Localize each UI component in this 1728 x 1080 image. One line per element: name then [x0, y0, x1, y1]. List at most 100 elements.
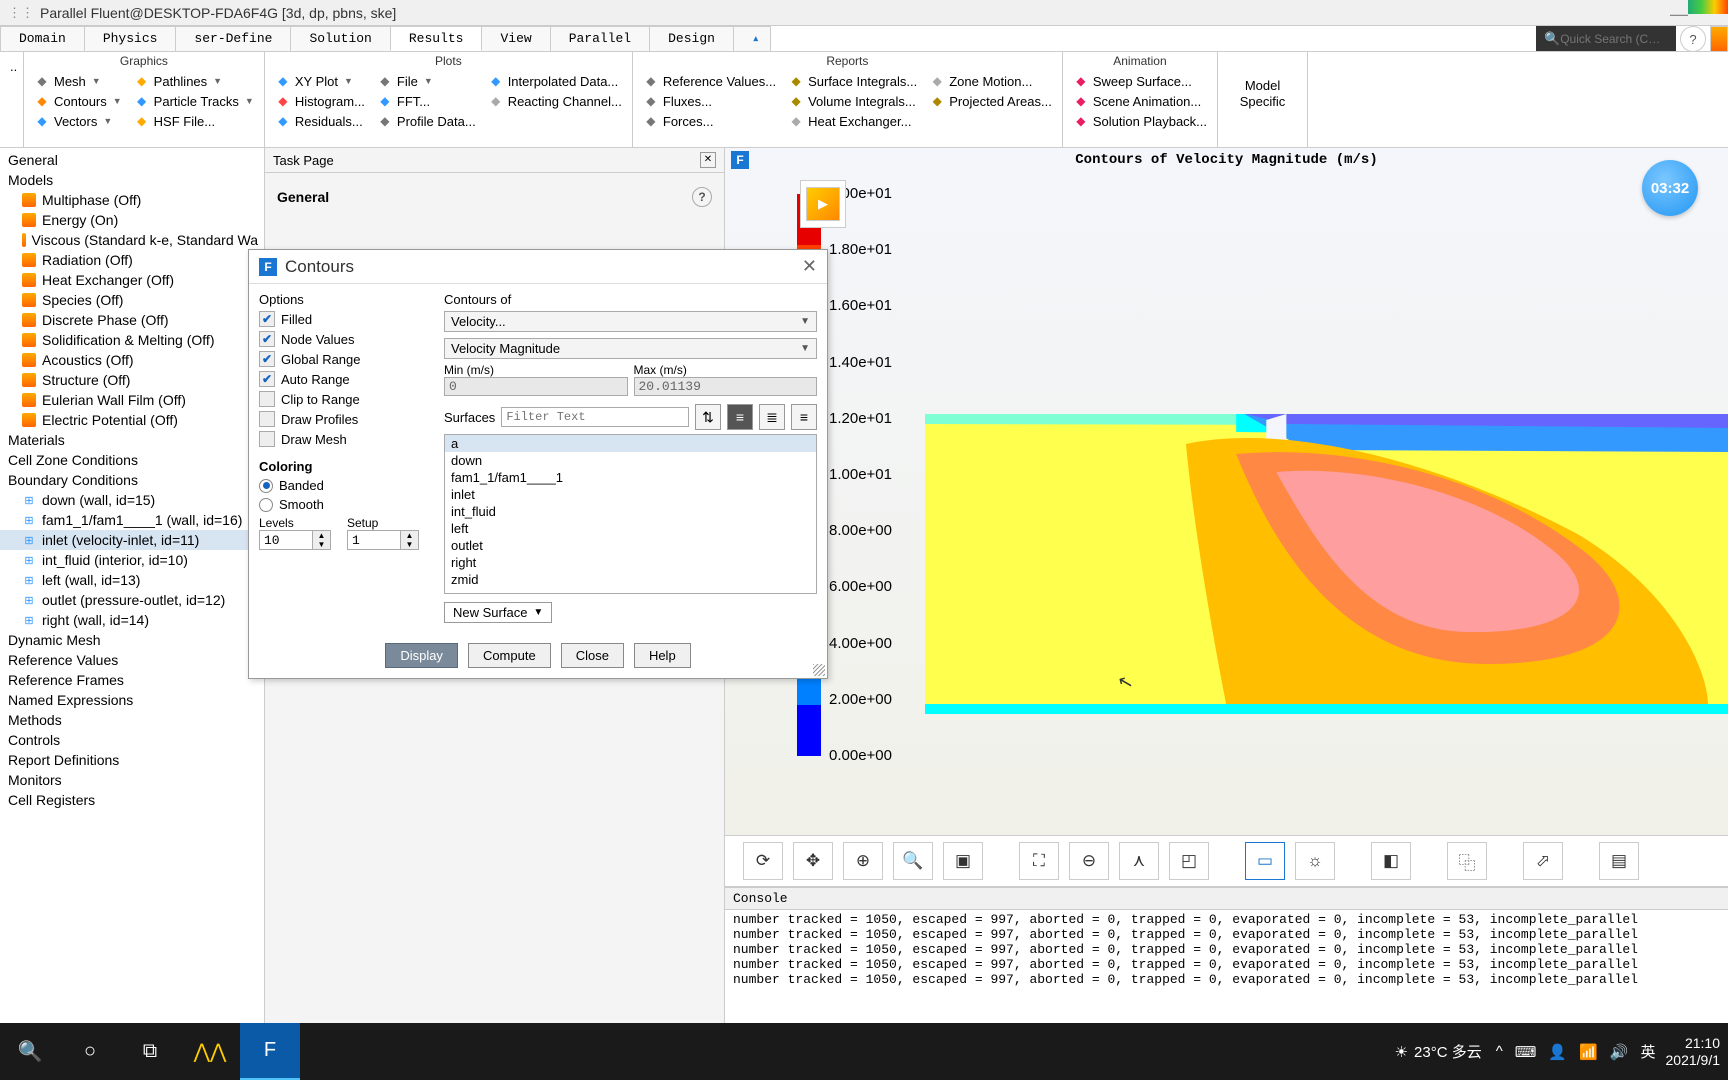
surfaces-filter-input[interactable] [501, 407, 689, 427]
checkbox-icon[interactable] [259, 411, 275, 427]
tab-results[interactable]: Results [390, 26, 483, 51]
close-button[interactable]: Close [561, 643, 624, 668]
tray-volume-icon[interactable]: 🔊 [1610, 1043, 1629, 1061]
tree-section-item[interactable]: Cell Zone Conditions [0, 450, 264, 470]
tab-domain[interactable]: Domain [0, 26, 85, 51]
ribbon-item-heatexchanger[interactable]: ◆Heat Exchanger... [784, 112, 921, 130]
field-select-1[interactable]: Velocity... ▼ [444, 311, 817, 332]
option-node-values[interactable]: Node Values [259, 331, 434, 347]
help-icon[interactable]: ? [692, 187, 712, 207]
help-button[interactable]: Help [634, 643, 691, 668]
tree-model-item[interactable]: Solidification & Melting (Off) [0, 330, 264, 350]
graphics-viewport[interactable]: F Contours of Velocity Magnitude (m/s) 0… [725, 148, 1728, 1023]
expand-ribbon-icon[interactable]: ▴ [733, 26, 771, 51]
option-filled[interactable]: Filled [259, 311, 434, 327]
cortana-icon[interactable]: ○ [60, 1023, 120, 1080]
ribbon-item-vectors[interactable]: ◆Vectors▼ [30, 112, 126, 130]
copy-icon[interactable]: ⿻ [1447, 842, 1487, 880]
option-auto-range[interactable]: Auto Range [259, 371, 434, 387]
ribbon-item-histogram[interactable]: ◆Histogram... [271, 92, 369, 110]
tray-wifi-icon[interactable]: 📶 [1579, 1043, 1598, 1061]
ribbon-item-fluxes[interactable]: ◆Fluxes... [639, 92, 780, 110]
checkbox-icon[interactable] [259, 311, 275, 327]
checkbox-icon[interactable] [259, 351, 275, 367]
axes-icon[interactable]: ⋏ [1119, 842, 1159, 880]
tree-section-item[interactable]: Dynamic Mesh [0, 630, 264, 650]
tree-model-item[interactable]: Heat Exchanger (Off) [0, 270, 264, 290]
weather-widget[interactable]: ☀ 23°C 多云 [1395, 1041, 1482, 1062]
down-arrow-icon[interactable]: ▼ [401, 540, 418, 549]
tab-design[interactable]: Design [649, 26, 734, 51]
ribbon-item-volumeintegrals[interactable]: ◆Volume Integrals... [784, 92, 921, 110]
surfaces-list[interactable]: adownfam1_1/fam1____1inletint_fluidlefto… [444, 434, 817, 594]
tree-section-item[interactable]: Methods [0, 710, 264, 730]
chart-icon[interactable]: ⬀ [1523, 842, 1563, 880]
select-visible-icon[interactable]: ≣ [759, 404, 785, 430]
tree-section-item[interactable]: Reference Values [0, 650, 264, 670]
side-toolbar-btn-1[interactable]: ▶ [806, 187, 840, 221]
tree-model-item[interactable]: Species (Off) [0, 290, 264, 310]
pan-icon[interactable]: ✥ [793, 842, 833, 880]
display-button[interactable]: Display [385, 643, 458, 668]
checkbox-icon[interactable] [259, 391, 275, 407]
tree-model-item[interactable]: Eulerian Wall Film (Off) [0, 390, 264, 410]
tray-keyboard-icon[interactable]: ⌨ [1515, 1043, 1537, 1061]
ribbon-model-specific[interactable]: Model Specific [1218, 52, 1308, 147]
deselect-icon[interactable]: ≡ [791, 404, 817, 430]
filter-icon[interactable]: ⇅ [695, 404, 721, 430]
tree-boundary-item[interactable]: ⊞inlet (velocity-inlet, id=11) [0, 530, 264, 550]
ribbon-item-hsffile[interactable]: ◆HSF File... [130, 112, 258, 130]
search-icon[interactable]: 🔍 [0, 1023, 60, 1080]
app-ansys-icon[interactable]: ⋀⋀ [180, 1023, 240, 1080]
ribbon-item-reactingchannel[interactable]: ◆Reacting Channel... [484, 92, 626, 110]
option-clip-to-range[interactable]: Clip to Range [259, 391, 434, 407]
surface-item[interactable]: zmid [445, 571, 816, 588]
tray-people-icon[interactable]: 👤 [1548, 1043, 1567, 1061]
ribbon-item-mesh[interactable]: ◆Mesh▼ [30, 72, 126, 90]
ribbon-item-file[interactable]: ◆File▼ [373, 72, 480, 90]
ribbon-item-zonemotion[interactable]: ◆Zone Motion... [925, 72, 1056, 90]
surface-item[interactable]: outlet [445, 537, 816, 554]
tree-model-item[interactable]: Structure (Off) [0, 370, 264, 390]
new-surface-button[interactable]: New Surface ▼ [444, 602, 552, 623]
task-page-close[interactable]: ✕ [700, 152, 716, 168]
ribbon-ellipsis[interactable]: .. [6, 58, 21, 75]
ribbon-item-sweepsurface[interactable]: ◆Sweep Surface... [1069, 72, 1211, 90]
tree-section-item[interactable]: Report Definitions [0, 750, 264, 770]
light-icon[interactable]: ☼ [1295, 842, 1335, 880]
zoom-icon[interactable]: 🔍 [893, 842, 933, 880]
field-select-2[interactable]: Velocity Magnitude ▼ [444, 338, 817, 359]
tree-boundary-item[interactable]: ⊞int_fluid (interior, id=10) [0, 550, 264, 570]
setup-input[interactable] [348, 531, 400, 549]
checkbox-icon[interactable] [259, 371, 275, 387]
tab-parallel[interactable]: Parallel [550, 26, 650, 51]
tab-view[interactable]: View [481, 26, 550, 51]
setup-stepper[interactable]: ▲▼ [347, 530, 419, 550]
ribbon-item-solutionplayback[interactable]: ◆Solution Playback... [1069, 112, 1211, 130]
zoom-fit-icon[interactable]: ⛶ [1019, 842, 1059, 880]
zoom-out-icon[interactable]: ⊖ [1069, 842, 1109, 880]
tree-boundary-item[interactable]: ⊞fam1_1/fam1____1 (wall, id=16) [0, 510, 264, 530]
option-draw-mesh[interactable]: Draw Mesh [259, 431, 434, 447]
tree-section-item[interactable]: Monitors [0, 770, 264, 790]
tree-boundary-item[interactable]: ⊞left (wall, id=13) [0, 570, 264, 590]
tray-chevron-icon[interactable]: ^ [1496, 1043, 1503, 1060]
checkbox-icon[interactable] [259, 431, 275, 447]
zoom-box-icon[interactable]: ▣ [943, 842, 983, 880]
quick-search-input[interactable] [1560, 32, 1670, 46]
close-icon[interactable]: ✕ [802, 256, 817, 277]
tree-model-item[interactable]: Energy (On) [0, 210, 264, 230]
ribbon-item-forces[interactable]: ◆Forces... [639, 112, 780, 130]
cube-icon[interactable]: ◧ [1371, 842, 1411, 880]
doc-icon[interactable]: ▤ [1599, 842, 1639, 880]
up-arrow-icon[interactable]: ▲ [401, 531, 418, 540]
tree-section-item[interactable]: Cell Registers [0, 790, 264, 810]
dialog-titlebar[interactable]: F Contours ✕ [249, 250, 827, 284]
tab-solution[interactable]: Solution [290, 26, 390, 51]
tree-model-item[interactable]: Viscous (Standard k-e, Standard Wa [0, 230, 264, 250]
radio-icon[interactable] [259, 498, 273, 512]
rotate-icon[interactable]: ⟳ [743, 842, 783, 880]
select-all-icon[interactable]: ≡ [727, 404, 753, 430]
task-view-icon[interactable]: ⧉ [120, 1023, 180, 1080]
levels-input[interactable] [260, 531, 312, 549]
